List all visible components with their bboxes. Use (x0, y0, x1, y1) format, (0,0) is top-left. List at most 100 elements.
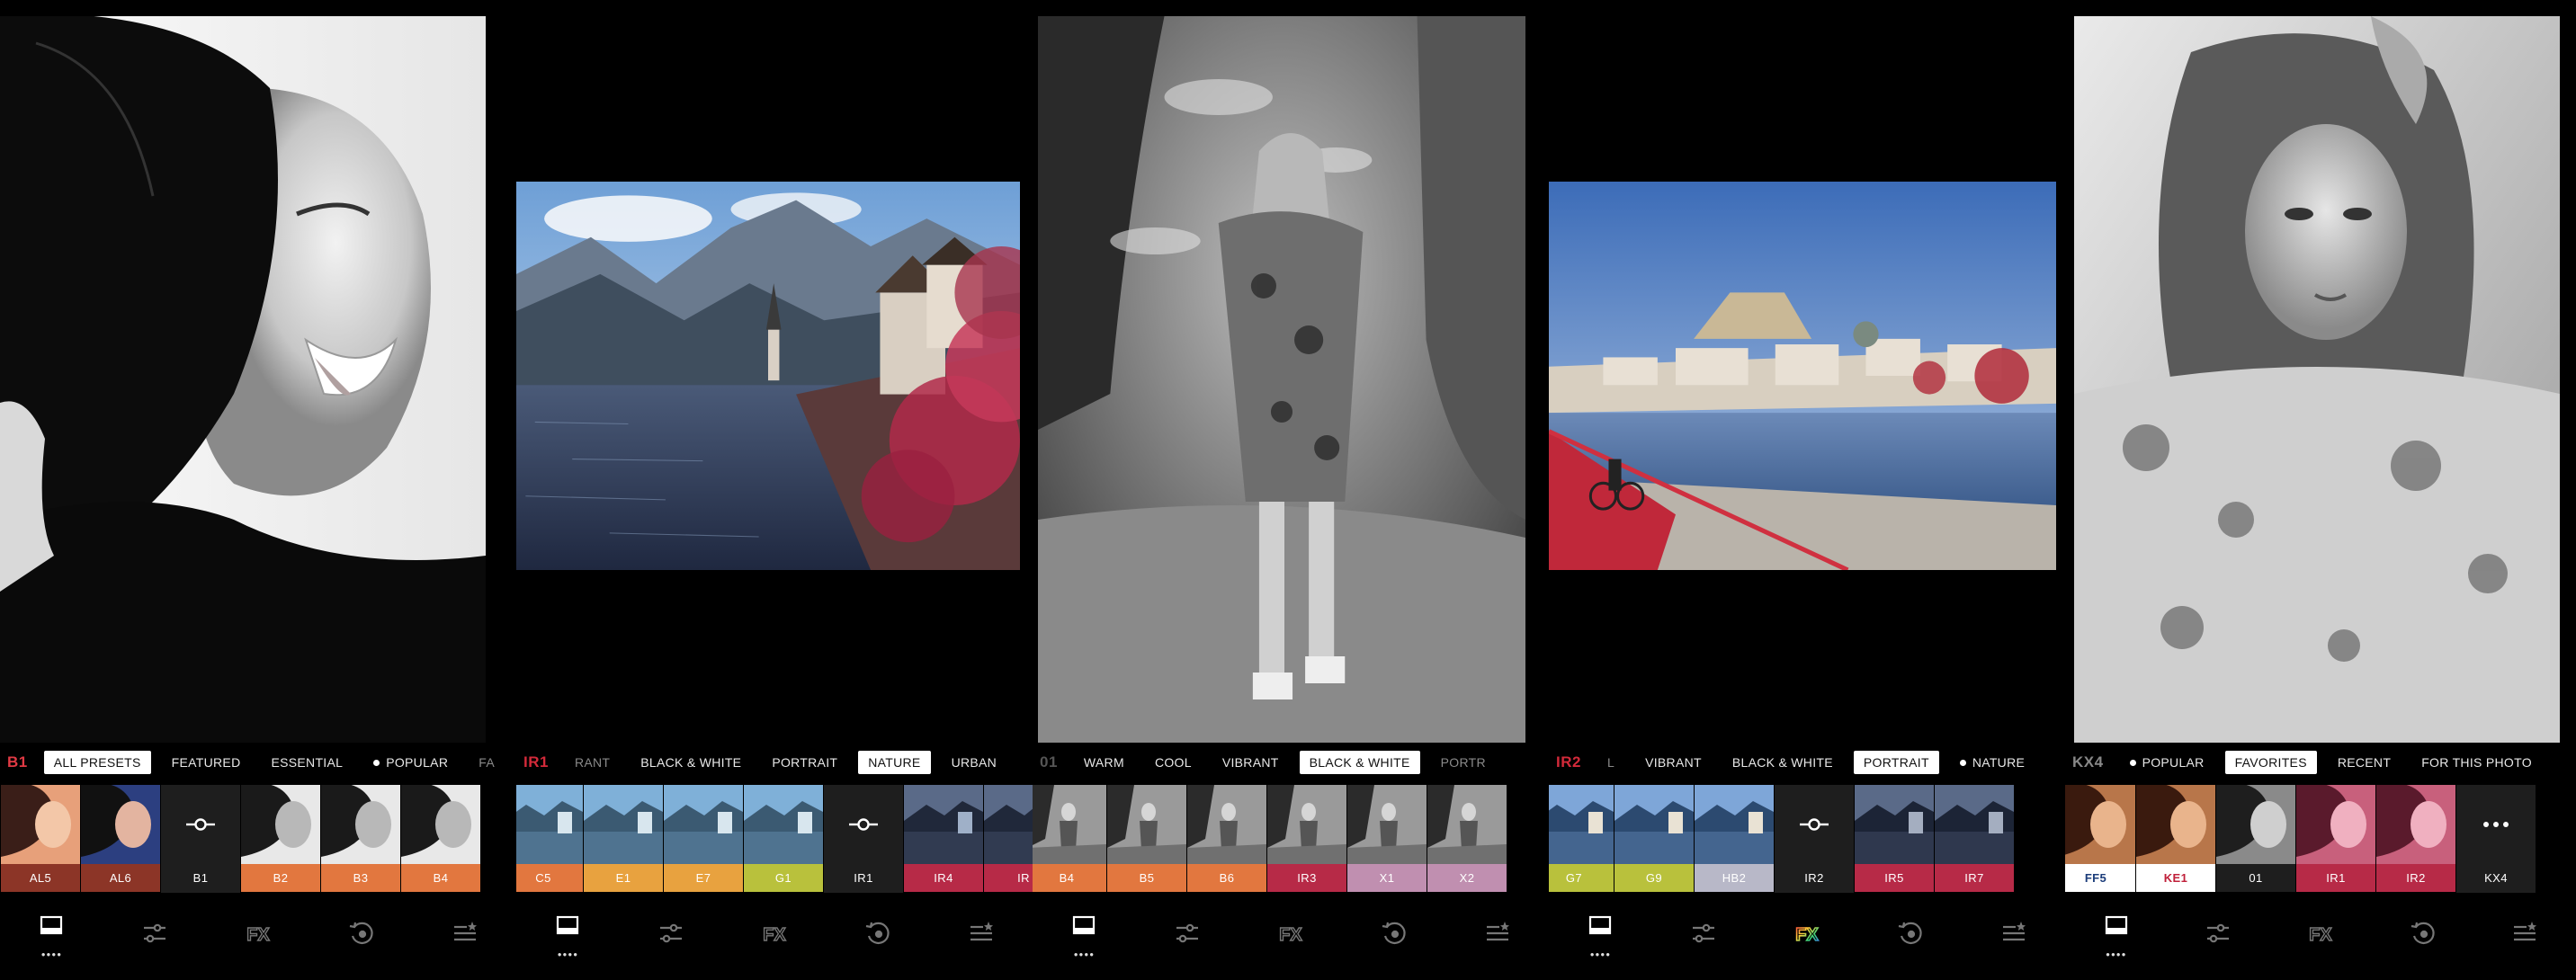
toolbar-fx-button[interactable]: FX (1264, 908, 1318, 962)
preset-strip[interactable]: G7 G9 HB2 IR2 IR5 IR7 (1549, 785, 2065, 893)
preset-thumb[interactable]: 01 (2216, 785, 2295, 893)
toolbar-presets-button[interactable]: ●●●● (24, 908, 78, 962)
preset-thumb[interactable]: IR (984, 785, 1033, 893)
preset-strip[interactable]: B4 B5 B6 IR3 X1 X2 (1033, 785, 1549, 893)
toolbar-history-button[interactable] (851, 908, 905, 962)
preset-thumb[interactable]: FF5 (2065, 785, 2135, 893)
preset-thumb[interactable]: IR3 (1267, 785, 1346, 893)
category-tab-l[interactable]: L (1597, 751, 1624, 774)
toolbar-presets-button[interactable]: ●●●● (2089, 908, 2143, 962)
preset-thumb[interactable]: HB2 (1695, 785, 1774, 893)
preset-thumb[interactable]: IR2 (2376, 785, 2455, 893)
favorites-list-icon (2509, 918, 2540, 953)
category-tab-nature[interactable]: NATURE (1950, 751, 2035, 774)
preset-thumb[interactable]: B6 (1187, 785, 1266, 893)
preset-thumb[interactable]: G9 (1614, 785, 1694, 893)
preset-thumb[interactable]: KE1 (2136, 785, 2215, 893)
preset-thumb[interactable]: B3 (321, 785, 400, 893)
category-tab-all-presets[interactable]: ALL PRESETS (43, 751, 151, 774)
toolbar-favorites-list-button[interactable] (1471, 908, 1525, 962)
toolbar-presets-button[interactable]: ●●●● (541, 908, 595, 962)
toolbar-fx-button[interactable]: FX (231, 908, 285, 962)
category-tab-popular[interactable]: POPULAR (363, 751, 458, 774)
preset-adjust-tile[interactable]: IR2 (1775, 785, 1854, 893)
preset-thumb[interactable]: B4 (401, 785, 480, 893)
category-tabs: 01 WARM COOL VIBRANT BLACK & WHITE PORTR (1033, 748, 1549, 777)
preset-adjust-tile[interactable]: B1 (161, 785, 240, 893)
category-tab-black-white[interactable]: BLACK & WHITE (631, 751, 751, 774)
category-tab-recent[interactable]: RECENT (2328, 751, 2401, 774)
preset-thumb[interactable]: G7 (1549, 785, 1614, 893)
preset-preview (1695, 785, 1774, 864)
edited-photo[interactable] (2074, 16, 2560, 743)
category-tab-for-this-photo[interactable]: FOR THIS PHOTO (2411, 751, 2542, 774)
category-tab-rant[interactable]: RANT (565, 751, 620, 774)
toolbar-fx-button[interactable]: FX (2294, 908, 2348, 962)
category-tab-urban[interactable]: URBAN (942, 751, 1007, 774)
category-tab-label: RECENT (2337, 755, 2392, 770)
preset-strip[interactable]: 4AL5AL6B1B2B3B4 (0, 785, 516, 893)
toolbar-fx-button[interactable]: FX (1780, 908, 1834, 962)
preset-adjust-tile[interactable]: IR1 (824, 785, 903, 893)
toolbar-history-button[interactable] (1367, 908, 1421, 962)
category-tab-featured[interactable]: FEATURED (162, 751, 251, 774)
preset-strip[interactable]: C5 E1 E7 G1 IR1 IR4 IR (516, 785, 1033, 893)
toolbar-history-button[interactable] (2396, 908, 2450, 962)
category-tab-vibrant[interactable]: VIBRANT (1212, 751, 1289, 774)
toolbar-presets-button[interactable]: ●●●● (1573, 908, 1627, 962)
toolbar-favorites-list-button[interactable] (1987, 908, 2041, 962)
preset-thumb[interactable]: AL6 (81, 785, 160, 893)
toolbar-history-button[interactable] (1883, 908, 1937, 962)
app-panel-5: KX4 POPULAR FAVORITES RECENT FOR THIS PHOTO F… (2065, 0, 2576, 980)
edited-photo[interactable] (1038, 16, 1525, 743)
preset-thumb[interactable]: E1 (584, 785, 663, 893)
preset-thumb[interactable]: C5 (516, 785, 583, 893)
edited-photo[interactable] (0, 16, 486, 743)
category-tab-label: COOL (1154, 755, 1192, 770)
preset-thumb[interactable]: B2 (241, 785, 320, 893)
svg-text:FX: FX (2309, 925, 2332, 945)
preset-thumb[interactable]: X2 (1427, 785, 1507, 893)
category-tab-portr[interactable]: PORTR (1431, 751, 1496, 774)
preset-thumb[interactable]: B5 (1107, 785, 1186, 893)
preset-thumb[interactable]: X1 (1347, 785, 1427, 893)
category-tab-favorites[interactable]: FAVORITES (2224, 751, 2317, 774)
category-tab-vibrant[interactable]: VIBRANT (1635, 751, 1712, 774)
category-tab-black-white[interactable]: BLACK & WHITE (1299, 751, 1420, 774)
edited-photo[interactable] (516, 182, 1020, 570)
toolbar-favorites-list-button[interactable] (438, 908, 492, 962)
preset-thumb[interactable]: E7 (664, 785, 743, 893)
toolbar-fx-button[interactable]: FX (747, 908, 801, 962)
preset-strip[interactable]: FF5 KE1 01 IR1 IR2 KX4 (2065, 785, 2576, 893)
category-tab-warm[interactable]: WARM (1074, 751, 1134, 774)
bottom-toolbar: ●●●● FX (516, 908, 1033, 962)
toolbar-sliders-button[interactable] (644, 908, 698, 962)
preset-thumb[interactable]: IR5 (1855, 785, 1934, 893)
toolbar-sliders-button[interactable] (1677, 908, 1731, 962)
toolbar-sliders-button[interactable] (1160, 908, 1214, 962)
toolbar-sliders-button[interactable] (128, 908, 182, 962)
toolbar-favorites-list-button[interactable] (2498, 908, 2552, 962)
category-tab-essential[interactable]: ESSENTIAL (261, 751, 353, 774)
edited-photo[interactable] (1549, 182, 2056, 570)
preset-thumb[interactable]: IR4 (904, 785, 983, 893)
preset-thumb[interactable]: G1 (744, 785, 823, 893)
category-tab-cool[interactable]: COOL (1145, 751, 1202, 774)
preset-label: B4 (1033, 864, 1106, 892)
toolbar-presets-button[interactable]: ●●●● (1057, 908, 1111, 962)
category-tab-popular[interactable]: POPULAR (2120, 751, 2214, 774)
toolbar-favorites-list-button[interactable] (954, 908, 1008, 962)
preset-thumb[interactable]: AL5 (1, 785, 80, 893)
toolbar-history-button[interactable] (335, 908, 389, 962)
category-tab-black-white[interactable]: BLACK & WHITE (1722, 751, 1843, 774)
preset-thumb[interactable]: IR7 (1935, 785, 2014, 893)
category-tab-fa[interactable]: FA (469, 751, 505, 774)
toolbar-sliders-button[interactable] (2191, 908, 2245, 962)
category-tab-portrait[interactable]: PORTRAIT (762, 751, 847, 774)
preset-thumb[interactable]: B4 (1033, 785, 1106, 893)
preset-thumb[interactable]: IR1 (2296, 785, 2375, 893)
preset-adjust-tile[interactable]: KX4 (2456, 785, 2536, 893)
category-tab-portrait[interactable]: PORTRAIT (1853, 751, 1939, 774)
category-tab-nature[interactable]: NATURE (858, 751, 931, 774)
fx-icon: FX (1275, 918, 1306, 953)
